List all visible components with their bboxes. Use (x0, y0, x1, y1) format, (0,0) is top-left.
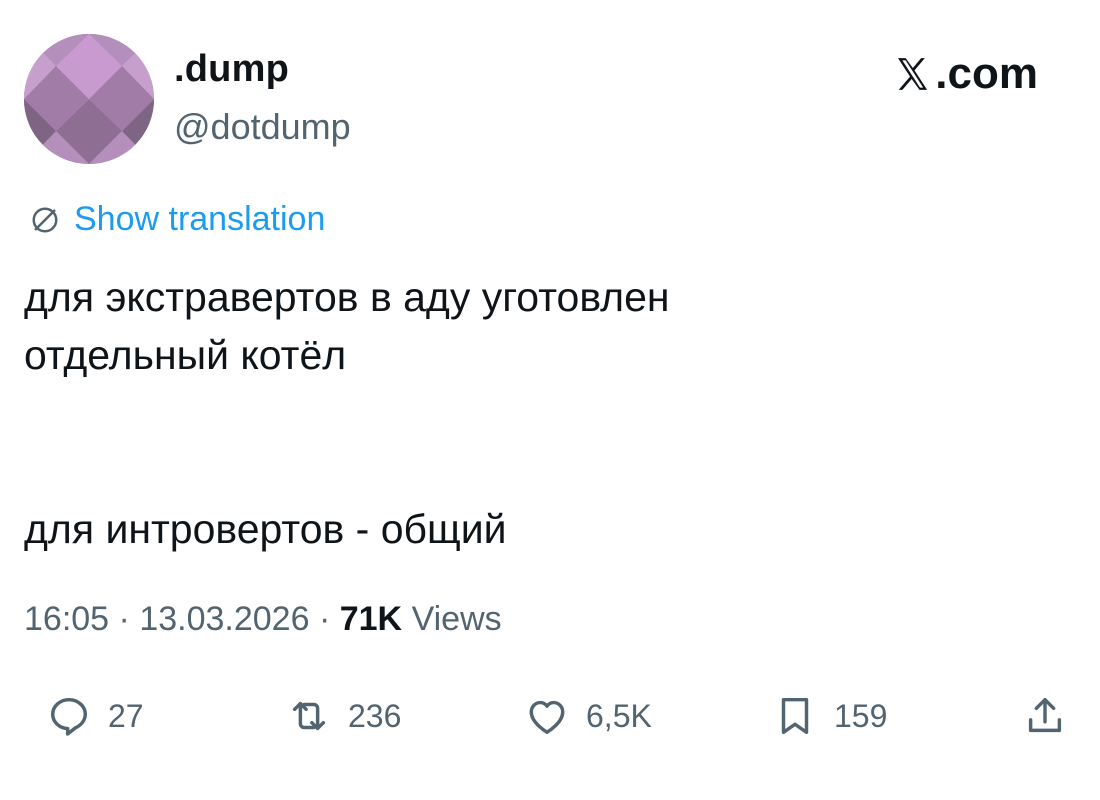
tweet-text: для экстравертов в аду уготовлен отдельн… (24, 268, 1064, 558)
tweet-meta: 16:05 · 13.03.2026 · 71K Views (24, 600, 502, 639)
tweet-card: .dump @dotdump .com Show translation для… (0, 0, 1100, 800)
meta-separator: · (118, 600, 130, 638)
repost-icon (292, 701, 326, 731)
avatar[interactable] (24, 34, 154, 164)
like-button[interactable]: 6,5K (524, 686, 652, 746)
tweet-text-line: отдельный котёл (24, 332, 347, 378)
tweet-text-line: для экстравертов в аду уготовлен (24, 274, 670, 320)
share-button[interactable] (1022, 686, 1068, 746)
like-count: 6,5K (586, 697, 652, 734)
reply-button[interactable]: 27 (46, 686, 144, 746)
share-icon (1028, 697, 1062, 733)
tweet-text-line: для интровертов - общий (24, 506, 507, 552)
x-logo-icon (898, 58, 928, 90)
globe-icon (32, 207, 58, 232)
views-label: Views (411, 600, 502, 638)
repost-count: 236 (348, 697, 402, 734)
views-count: 71K (339, 600, 403, 638)
bookmark-icon (781, 697, 809, 735)
action-bar: 27 236 6,5K 159 (0, 686, 1100, 746)
show-translation-label: Show translation (74, 200, 326, 238)
brand-suffix: .com (935, 49, 1038, 98)
tweet-time[interactable]: 16:05 (24, 600, 109, 638)
meta-separator: · (318, 600, 331, 638)
brand-watermark: .com (893, 48, 1038, 99)
repost-button[interactable]: 236 (286, 686, 401, 746)
diamond-pattern-avatar (24, 34, 154, 164)
author-handle[interactable]: @dotdump (174, 106, 351, 148)
author-display-name[interactable]: .dump (174, 48, 289, 91)
heart-icon (529, 700, 565, 735)
show-translation-link[interactable]: Show translation (30, 200, 325, 239)
reply-icon (50, 697, 88, 736)
bookmark-button[interactable]: 159 (772, 686, 887, 746)
bookmark-count: 159 (834, 697, 888, 734)
tweet-date[interactable]: 13.03.2026 (139, 600, 309, 638)
reply-count: 27 (108, 697, 144, 734)
